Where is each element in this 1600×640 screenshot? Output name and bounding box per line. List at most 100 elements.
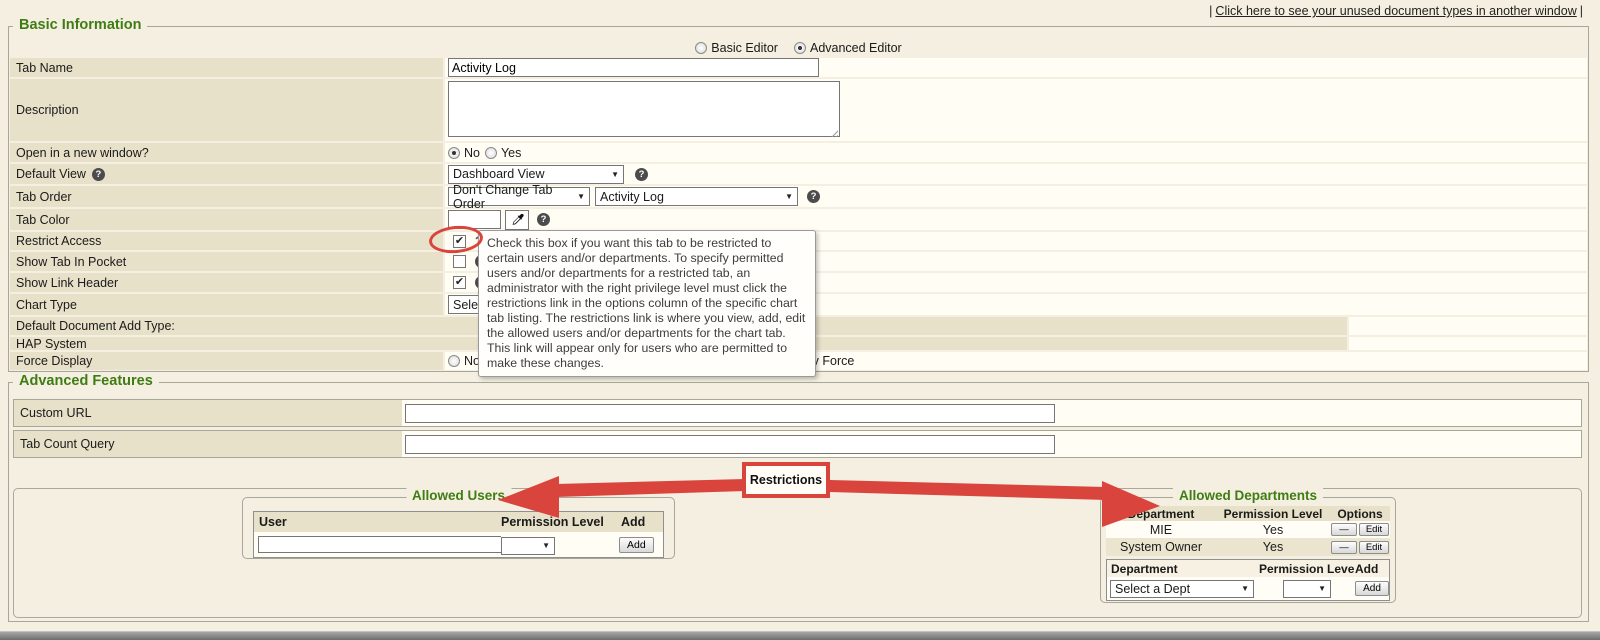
basic-editor-option[interactable]: Basic Editor <box>695 41 778 55</box>
restrict-access-tooltip: Check this box if you want this tab to b… <box>478 230 816 377</box>
user-permission-select[interactable]: ▼ <box>501 537 555 555</box>
allowed-departments-legend: Allowed Departments <box>1173 488 1323 503</box>
custom-url-row: Custom URL <box>13 399 1582 427</box>
edit-department-button[interactable]: Edit <box>1359 541 1389 554</box>
unused-doc-types-link[interactable]: Click here to see your unused document t… <box>1215 4 1576 18</box>
open-window-yes-option[interactable]: Yes <box>485 146 521 160</box>
allowed-departments-table: Department Permission Level Options MIE … <box>1106 506 1390 556</box>
advanced-features-panel: Advanced Features Custom URL Tab Count Q… <box>8 382 1589 622</box>
show-link-header-label: Show Link Header <box>10 273 443 292</box>
default-view-value: Dashboard View <box>453 167 545 181</box>
allowed-users-legend: Allowed Users <box>406 488 511 503</box>
tab-color-row: Tab Color ? <box>10 209 1587 230</box>
allowed-users-panel: Allowed Users User Permission Level Add <box>242 497 675 559</box>
restrictions-annotation-box: Restrictions <box>742 462 830 498</box>
department-name: System Owner <box>1106 540 1216 554</box>
tab-count-query-label: Tab Count Query <box>14 431 402 457</box>
user-column-header: User <box>254 515 501 529</box>
remove-department-button[interactable]: — <box>1331 541 1357 554</box>
department-column-header: Department <box>1106 507 1216 521</box>
allowed-users-header-row: User Permission Level Add <box>254 512 663 532</box>
chart-type-label: Chart Type <box>10 294 443 315</box>
tab-color-label: Tab Color <box>10 209 443 230</box>
add-department-button[interactable]: Add <box>1355 581 1389 596</box>
allowed-departments-panel: Allowed Departments Department Permissio… <box>1100 497 1396 603</box>
help-icon[interactable]: ? <box>635 168 648 181</box>
advanced-editor-radio[interactable] <box>794 42 806 54</box>
open-new-window-label: Open in a new window? <box>10 143 443 162</box>
options-column-header: Options <box>1330 507 1390 521</box>
advanced-editor-option[interactable]: Advanced Editor <box>794 41 902 55</box>
tab-order-action-value: Don't Change Tab Order <box>453 183 569 211</box>
default-view-label: Default View <box>16 167 86 181</box>
tab-order-action-select[interactable]: Don't Change Tab Order ▼ <box>448 187 590 206</box>
tab-count-query-input[interactable] <box>405 435 1055 454</box>
chevron-down-icon: ▼ <box>785 192 793 201</box>
tab-order-row: Tab Order Don't Change Tab Order ▼ Activ… <box>10 186 1587 207</box>
department-permission: Yes <box>1216 523 1330 537</box>
department-permission: Yes <box>1216 540 1330 554</box>
unused-doc-types-bar: |Click here to see your unused document … <box>1206 4 1586 18</box>
allowed-users-input-row: ▼ Add <box>254 532 663 557</box>
pipe-left: | <box>1209 4 1212 18</box>
department-row-mie: MIE Yes — Edit <box>1106 521 1390 538</box>
department-select[interactable]: Select a Dept ▼ <box>1110 580 1254 598</box>
tab-order-position-value: Activity Log <box>600 190 664 204</box>
basic-editor-radio[interactable] <box>695 42 707 54</box>
remove-department-button[interactable]: — <box>1331 523 1357 536</box>
permission-level-column-header: Permission Level <box>1216 507 1330 521</box>
open-window-no-radio[interactable] <box>448 147 460 159</box>
chevron-down-icon: ▼ <box>1318 584 1326 593</box>
help-icon[interactable]: ? <box>537 213 550 226</box>
open-window-no-option[interactable]: No <box>448 146 480 160</box>
restrictions-group-panel: Allowed Users User Permission Level Add <box>13 488 1582 618</box>
custom-url-input[interactable] <box>405 404 1055 423</box>
department-permission-select[interactable]: ▼ <box>1283 580 1331 598</box>
eyedropper-icon <box>511 213 524 226</box>
tab-name-input[interactable] <box>448 58 819 77</box>
user-search-input[interactable] <box>258 536 501 553</box>
help-icon[interactable]: ? <box>92 168 105 181</box>
pipe-right: | <box>1580 4 1583 18</box>
add-department-table: Department Permission Level Add Select a… <box>1106 559 1390 601</box>
default-view-row: Default View ? Dashboard View ▼ ? <box>10 164 1587 184</box>
show-tab-in-pocket-label: Show Tab In Pocket <box>10 252 443 271</box>
department-select-value: Select a Dept <box>1115 582 1190 596</box>
permission-level-column-header: Permission Level <box>1259 562 1355 576</box>
department-row-system-owner: System Owner Yes — Edit <box>1106 538 1390 556</box>
bottom-scrollbar[interactable] <box>0 631 1600 640</box>
custom-url-label: Custom URL <box>14 400 402 426</box>
tab-name-label: Tab Name <box>10 58 443 77</box>
force-display-no-option[interactable]: No <box>448 354 480 368</box>
add-column-header: Add <box>619 515 663 529</box>
permission-level-column-header: Permission Level <box>501 515 619 529</box>
add-department-input-row: Select a Dept ▼ ▼ Add <box>1107 577 1389 600</box>
show-tab-in-pocket-checkbox[interactable] <box>453 255 466 268</box>
force-display-no-radio[interactable] <box>448 355 460 367</box>
tab-order-position-select[interactable]: Activity Log ▼ <box>595 187 798 206</box>
chart-tab-editor-screen: |Click here to see your unused document … <box>0 0 1600 640</box>
advanced-editor-label: Advanced Editor <box>810 41 902 55</box>
departments-header-row: Department Permission Level Options <box>1106 506 1390 521</box>
show-link-header-checkbox[interactable]: ✔ <box>453 276 466 289</box>
chevron-down-icon: ▼ <box>542 541 550 550</box>
color-picker-button[interactable] <box>505 210 529 230</box>
description-label: Description <box>10 79 443 141</box>
basic-information-legend: Basic Information <box>13 17 147 33</box>
department-column-header: Department <box>1107 562 1259 576</box>
allowed-users-table: User Permission Level Add <box>253 511 664 558</box>
add-department-header-row: Department Permission Level Add <box>1107 560 1389 577</box>
default-view-select[interactable]: Dashboard View ▼ <box>448 165 624 184</box>
add-user-button[interactable]: Add <box>619 537 654 553</box>
open-window-yes-radio[interactable] <box>485 147 497 159</box>
chevron-down-icon: ▼ <box>577 192 585 201</box>
help-icon[interactable]: ? <box>807 190 820 203</box>
edit-department-button[interactable]: Edit <box>1359 523 1389 536</box>
tab-order-label: Tab Order <box>10 186 443 207</box>
add-column-header: Add <box>1355 562 1389 576</box>
description-textarea[interactable] <box>448 81 840 137</box>
basic-editor-label: Basic Editor <box>711 41 778 55</box>
chevron-down-icon: ▼ <box>1241 584 1249 593</box>
tab-count-query-row: Tab Count Query <box>13 430 1582 458</box>
restrict-access-label: Restrict Access <box>10 232 443 250</box>
